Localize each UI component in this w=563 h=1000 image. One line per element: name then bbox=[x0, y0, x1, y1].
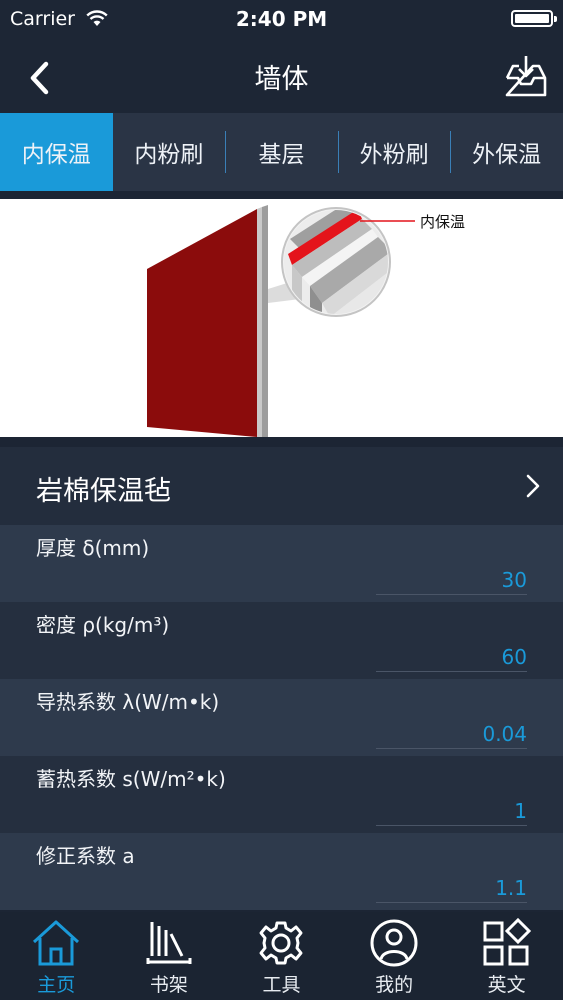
user-icon bbox=[370, 919, 418, 967]
layer-tabs: 内保温 内粉刷 基层 外粉刷 外保温 bbox=[0, 113, 563, 191]
material-name: 岩棉保温毡 bbox=[36, 476, 171, 507]
wall-edge bbox=[257, 207, 262, 437]
heat-storage-field: 蓄热系数 s(W/m²•k) 1 bbox=[0, 756, 563, 833]
status-bar: Carrier 2:40 PM bbox=[0, 0, 563, 40]
clock: 2:40 PM bbox=[235, 7, 328, 31]
nav-bar: 墙体 bbox=[0, 40, 563, 113]
chevron-right-icon bbox=[526, 474, 540, 498]
gear-icon bbox=[259, 921, 303, 965]
wall-face bbox=[147, 209, 257, 437]
tray-download-icon[interactable] bbox=[503, 54, 549, 100]
tab-inner-plaster[interactable]: 内粉刷 bbox=[113, 113, 226, 191]
page-title: 墙体 bbox=[254, 64, 309, 95]
correction-field: 修正系数 a 1.1 bbox=[0, 833, 563, 910]
thickness-input[interactable]: 30 bbox=[502, 568, 527, 592]
field-label: 导热系数 λ(W/m•k) bbox=[36, 690, 220, 714]
field-label: 厚度 δ(mm) bbox=[36, 536, 150, 560]
bookshelf-icon bbox=[146, 922, 192, 964]
battery-icon bbox=[511, 10, 557, 27]
tab-home[interactable]: 主页 bbox=[0, 912, 113, 1000]
callout-label: 内保温 bbox=[420, 213, 465, 231]
home-icon bbox=[33, 920, 80, 966]
density-input[interactable]: 60 bbox=[502, 645, 527, 669]
conductivity-field: 导热系数 λ(W/m•k) 0.04 bbox=[0, 679, 563, 756]
material-selector[interactable]: 岩棉保温毡 bbox=[0, 447, 563, 525]
tab-outer-plaster[interactable]: 外粉刷 bbox=[337, 113, 451, 191]
field-label: 修正系数 a bbox=[36, 844, 135, 868]
tab-inner-insulation[interactable]: 内保温 bbox=[0, 113, 113, 191]
wall-diagram: 内保温 bbox=[147, 205, 465, 437]
tab-bookshelf[interactable]: 书架 bbox=[113, 912, 226, 1000]
thickness-field: 厚度 δ(mm) 30 bbox=[0, 525, 563, 602]
apps-icon bbox=[483, 918, 531, 966]
density-field: 密度 ρ(kg/m³) 60 bbox=[0, 602, 563, 679]
tab-tools[interactable]: 工具 bbox=[225, 912, 338, 1000]
field-label: 蓄热系数 s(W/m²•k) bbox=[36, 767, 226, 791]
tab-english[interactable]: 英文 bbox=[450, 912, 563, 1000]
tab-outer-insulation[interactable]: 外保温 bbox=[450, 113, 563, 191]
field-label: 密度 ρ(kg/m³) bbox=[36, 613, 170, 637]
bottom-tab-bar: 主页 书架 工具 我的 英文 bbox=[0, 912, 563, 1000]
conductivity-input[interactable]: 0.04 bbox=[482, 722, 527, 746]
correction-input[interactable]: 1.1 bbox=[495, 876, 527, 900]
heat-storage-input[interactable]: 1 bbox=[514, 799, 527, 823]
wall-illustration: 内保温 bbox=[0, 199, 563, 437]
tab-base-layer[interactable]: 基层 bbox=[225, 113, 338, 191]
tab-profile[interactable]: 我的 bbox=[338, 912, 451, 1000]
